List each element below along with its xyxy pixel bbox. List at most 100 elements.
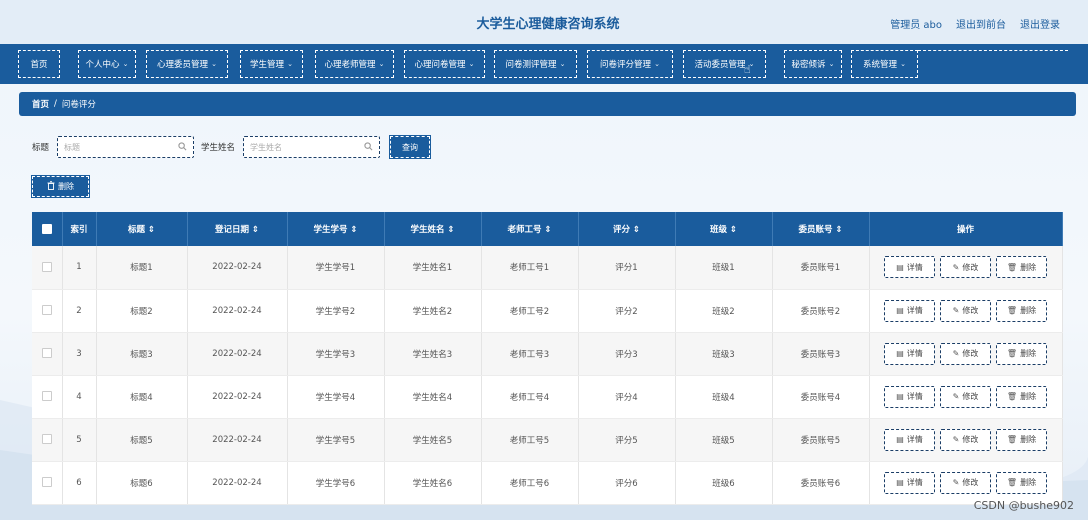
row-checkbox[interactable] bbox=[41, 305, 52, 316]
detail-button[interactable]: ▤ 详情 bbox=[884, 428, 935, 451]
cell-teacher-no: 老师工号1 bbox=[481, 246, 579, 290]
header-links: 管理员 abo 退出到前台 退出登录 bbox=[890, 16, 1060, 31]
nav-item-secret-talk[interactable]: 秘密倾诉 ⌄ bbox=[784, 50, 842, 78]
edit-button[interactable]: ✎ 修改 bbox=[940, 299, 991, 322]
query-button[interactable]: 查询 bbox=[389, 135, 432, 159]
trash-icon: 🗑 bbox=[1006, 478, 1018, 487]
row-select-cell bbox=[32, 332, 63, 376]
chevron-down-icon: ⌄ bbox=[211, 60, 217, 68]
column-header: 操作 bbox=[869, 212, 1063, 246]
column-header[interactable]: 索引 bbox=[62, 212, 97, 246]
cell-index: 2 bbox=[62, 289, 97, 333]
pencil-icon: ✎ bbox=[952, 435, 960, 444]
detail-button[interactable]: ▤ 详情 bbox=[884, 299, 935, 322]
nav-item-teacher[interactable]: 心理老师管理 ⌄ bbox=[315, 50, 394, 78]
edit-button[interactable]: ✎ 修改 bbox=[940, 342, 991, 365]
cell-class: 班级1 bbox=[675, 246, 773, 290]
breadcrumb: 首页 / 问卷评分 bbox=[19, 92, 1076, 116]
nav-item-system[interactable]: 系统管理 ⌄ bbox=[851, 50, 918, 78]
batch-delete-button[interactable]: 删除 bbox=[31, 175, 90, 198]
nav-item-personal-center[interactable]: 个人中心 ⌄ bbox=[78, 50, 136, 78]
table-header-row: 索引 标题 ⇕ 登记日期 ⇕ 学生学号 ⇕ 学生姓名 ⇕ 老师工号 ⇕ 评分 ⇕ 班级 ⇕ 委员… bbox=[32, 212, 1063, 246]
detail-button[interactable]: ▤ 详情 bbox=[884, 471, 935, 494]
edit-button[interactable]: ✎ 修改 bbox=[940, 471, 991, 494]
delete-button[interactable]: 🗑 删除 bbox=[996, 471, 1047, 494]
nav-item-activity-member[interactable]: 活动委员管理 ⌄ bbox=[683, 50, 766, 78]
edit-button[interactable]: ✎ 修改 bbox=[940, 256, 991, 279]
cell-student-no: 学生学号2 bbox=[287, 289, 385, 333]
delete-button[interactable]: 🗑 删除 bbox=[996, 428, 1047, 451]
delete-label: 删除 bbox=[1020, 392, 1037, 401]
chevron-down-icon: ⌄ bbox=[122, 60, 129, 68]
delete-button[interactable]: 🗑 删除 bbox=[996, 342, 1047, 365]
nav-item-scoring[interactable]: 问卷评分管理 ⌄ bbox=[587, 50, 673, 78]
title-search-input[interactable]: 标题 bbox=[57, 136, 195, 158]
detail-label: 详情 bbox=[906, 349, 923, 358]
pagination-strip bbox=[32, 510, 1062, 520]
search-form: 标题 标题 学生姓名 学生姓名 查询 bbox=[32, 135, 432, 159]
trash-icon: 🗑 bbox=[1006, 392, 1018, 401]
table-row: 6 标题6 2022-02-24 学生学号6 学生姓名6 老师工号6 评分6 班级6 委员账号6… bbox=[32, 461, 1063, 505]
cell-student-no: 学生学号1 bbox=[287, 246, 385, 290]
row-checkbox[interactable] bbox=[41, 262, 52, 272]
cell-student-name: 学生姓名4 bbox=[384, 375, 482, 419]
nav-item-label: 活动委员管理 bbox=[694, 60, 746, 70]
detail-button[interactable]: ▤ 详情 bbox=[884, 256, 935, 279]
column-header[interactable]: 老师工号 ⇕ bbox=[481, 212, 579, 246]
title-search-placeholder: 标题 bbox=[64, 142, 81, 152]
row-checkbox[interactable] bbox=[41, 391, 52, 402]
table-row: 3 标题3 2022-02-24 学生学号3 学生姓名3 老师工号3 评分3 班级3 委员账号3… bbox=[32, 332, 1063, 376]
document-icon: ▤ bbox=[896, 392, 904, 401]
detail-button[interactable]: ▤ 详情 bbox=[884, 385, 935, 408]
delete-button[interactable]: 🗑 删除 bbox=[996, 299, 1047, 322]
document-icon: ▤ bbox=[896, 478, 904, 487]
cell-score: 评分5 bbox=[578, 418, 676, 462]
select-all-checkbox[interactable] bbox=[41, 223, 52, 234]
column-header[interactable]: 委员账号 ⇕ bbox=[772, 212, 870, 246]
delete-button[interactable]: 🗑 删除 bbox=[996, 256, 1047, 279]
trash-icon: 🗑 bbox=[1006, 262, 1018, 272]
edit-button[interactable]: ✎ 修改 bbox=[940, 428, 991, 451]
column-header[interactable]: 标题 ⇕ bbox=[96, 212, 188, 246]
cell-member: 委员账号2 bbox=[772, 289, 870, 333]
chevron-down-icon: ⌄ bbox=[378, 60, 385, 68]
cell-score: 评分3 bbox=[578, 332, 676, 376]
cell-score: 评分4 bbox=[578, 375, 676, 419]
row-actions: ▤ 详情 ✎ 修改 🗑 删除 bbox=[869, 375, 1063, 419]
row-actions: ▤ 详情 ✎ 修改 🗑 删除 bbox=[869, 332, 1063, 376]
cell-index: 4 bbox=[62, 375, 97, 419]
edit-button[interactable]: ✎ 修改 bbox=[940, 385, 991, 408]
column-header[interactable]: 班级 ⇕ bbox=[675, 212, 773, 246]
breadcrumb-home[interactable]: 首页 bbox=[32, 98, 49, 110]
cell-class: 班级3 bbox=[675, 332, 773, 376]
detail-button[interactable]: ▤ 详情 bbox=[884, 342, 935, 365]
cell-student-name: 学生姓名3 bbox=[384, 332, 482, 376]
nav-item-questionnaire[interactable]: 心理问卷管理 ⌄ bbox=[404, 50, 485, 78]
detail-label: 详情 bbox=[906, 435, 923, 444]
row-select-cell bbox=[32, 246, 63, 290]
trash-icon bbox=[47, 181, 55, 192]
cell-student-no: 学生学号5 bbox=[287, 418, 385, 462]
nav-item-counselor-member[interactable]: 心理委员管理 ⌄ bbox=[146, 50, 228, 78]
edit-label: 修改 bbox=[962, 435, 979, 444]
column-header[interactable]: 学生学号 ⇕ bbox=[287, 212, 385, 246]
delete-button[interactable]: 🗑 删除 bbox=[996, 385, 1047, 408]
nav-item-home[interactable]: 首页 bbox=[18, 50, 60, 78]
row-checkbox[interactable] bbox=[41, 348, 52, 359]
student-search-input[interactable]: 学生姓名 bbox=[243, 136, 381, 158]
cell-student-name: 学生姓名2 bbox=[384, 289, 482, 333]
chevron-down-icon: ⌄ bbox=[654, 60, 660, 68]
row-checkbox[interactable] bbox=[41, 477, 52, 488]
column-header[interactable]: 学生姓名 ⇕ bbox=[384, 212, 482, 246]
logout-link[interactable]: 退出登录 bbox=[1020, 16, 1060, 31]
nav-item-label: 心理委员管理 bbox=[157, 60, 209, 70]
cell-member: 委员账号5 bbox=[772, 418, 870, 462]
edit-label: 修改 bbox=[962, 349, 979, 358]
column-header[interactable]: 评分 ⇕ bbox=[578, 212, 676, 246]
row-checkbox[interactable] bbox=[41, 434, 52, 445]
column-header[interactable]: 登记日期 ⇕ bbox=[187, 212, 288, 246]
nav-item-student[interactable]: 学生管理 ⌄ bbox=[240, 50, 303, 78]
table-row: 1 标题1 2022-02-24 学生学号1 学生姓名1 老师工号1 评分1 班级1 委员账号1… bbox=[32, 246, 1063, 290]
nav-item-assessment[interactable]: 问卷测评管理 ⌄ bbox=[494, 50, 577, 78]
back-to-front-link[interactable]: 退出到前台 bbox=[956, 16, 1006, 31]
